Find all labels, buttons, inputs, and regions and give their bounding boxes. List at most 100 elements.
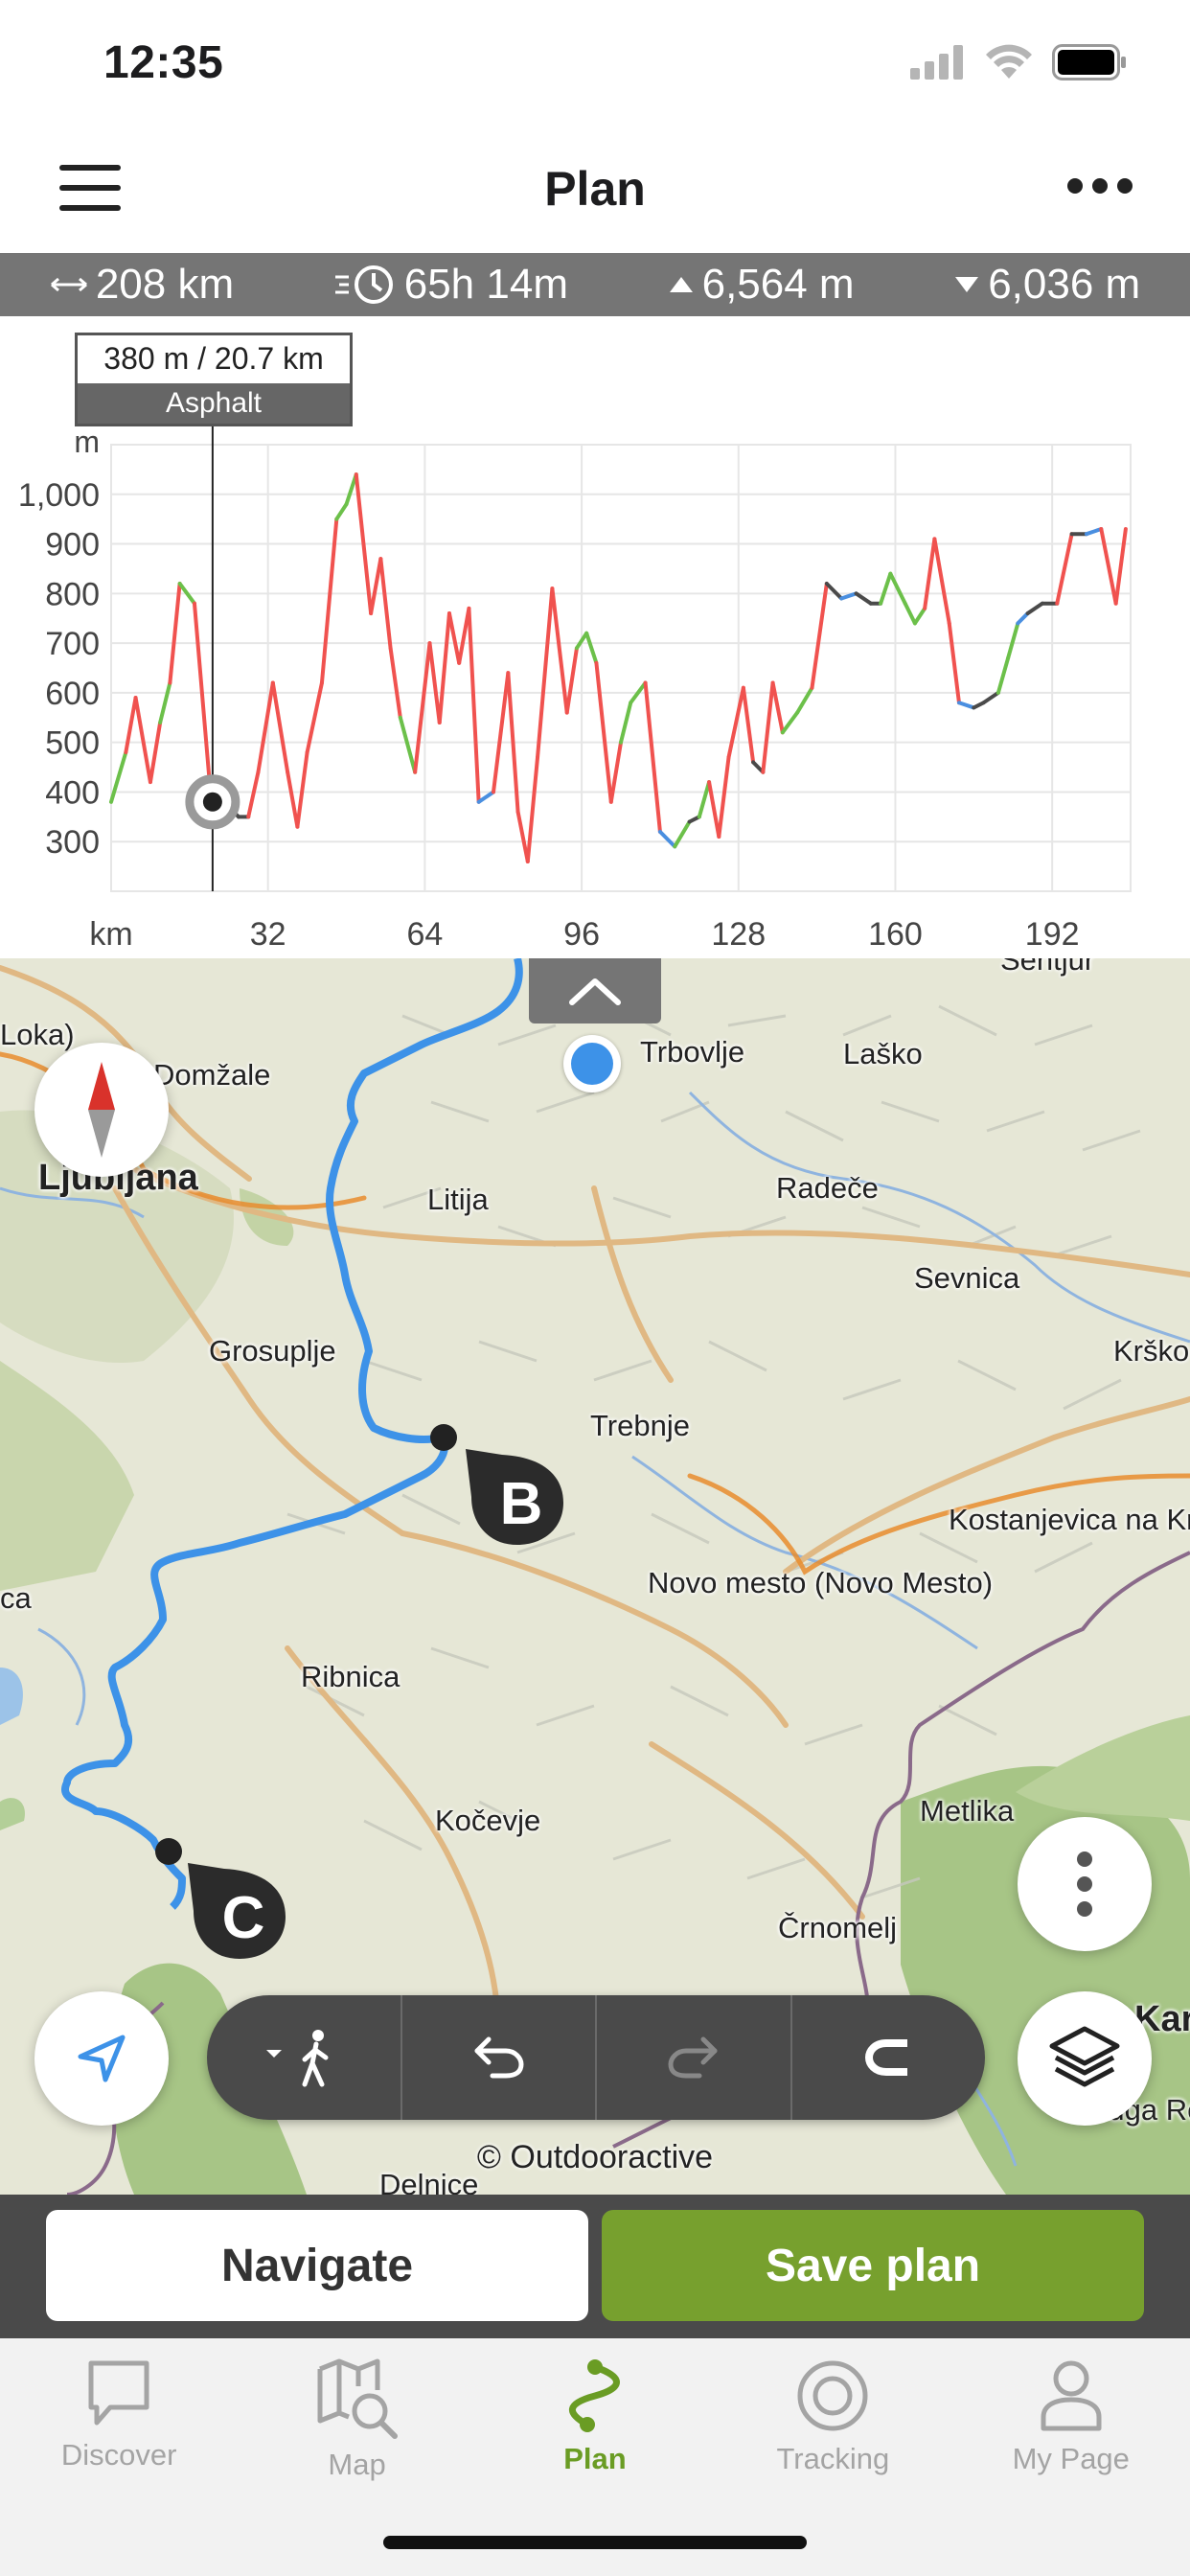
elevation-segment: [707, 780, 721, 840]
user-icon: [1041, 2360, 1102, 2431]
stat-distance: 208 km: [50, 261, 234, 309]
profile-tooltip: 380 m / 20.7 km Asphalt: [75, 333, 353, 426]
elevation-segment: [536, 586, 555, 760]
y-tick-label: 700: [45, 626, 100, 662]
waypoint-marker-c[interactable]: C: [186, 1861, 289, 1961]
elevation-segment: [741, 685, 756, 765]
map-label-crnomelj: Črnomelj: [778, 1911, 898, 1944]
elevation-segment: [594, 660, 613, 804]
map-label-krsko: Krško: [1113, 1334, 1190, 1368]
elevation-segment: [476, 790, 495, 804]
elevation-segment: [467, 606, 481, 804]
elevation-segment: [427, 641, 442, 724]
map-label-kostanjevica: Kostanjevica na Krk: [949, 1503, 1190, 1536]
elevation-segment: [608, 740, 623, 804]
elevation-profile[interactable]: 1,000 900 800 700 600 500 400 300 m 32 64 96 128 160 1…: [0, 316, 1190, 958]
redo-button[interactable]: [597, 1995, 792, 2120]
map-label-senjur: Šentjur: [1000, 958, 1095, 977]
map-label-grosuplje: Grosuplje: [209, 1334, 336, 1368]
route-edit-toolbar: [207, 1995, 985, 2120]
tab-plan-label: Plan: [563, 2442, 627, 2475]
map-label-novo-mesto: Novo mesto (Novo Mesto): [648, 1566, 994, 1599]
elevation-segment: [780, 710, 800, 735]
elevation-segment: [446, 611, 462, 665]
y-tick-label: 300: [45, 824, 100, 861]
x-tick-label: 128: [711, 916, 766, 953]
elevation-segment: [770, 680, 785, 735]
elevation-segment: [1016, 611, 1030, 626]
map-search-icon: [317, 2358, 398, 2439]
elevation-segment: [437, 611, 451, 724]
locate-me-button[interactable]: [34, 1991, 169, 2126]
navigate-button[interactable]: Navigate: [46, 2210, 588, 2321]
save-plan-button[interactable]: Save plan: [602, 2210, 1144, 2321]
stat-duration: 65h 14m: [333, 261, 568, 309]
elevation-segment: [912, 606, 927, 626]
elevation-segment: [286, 770, 300, 829]
map-label-ribnica: Ribnica: [301, 1660, 400, 1693]
user-location-dot: [563, 1035, 621, 1092]
elevation-segment: [133, 696, 152, 785]
snap-to-path-button[interactable]: [792, 1995, 986, 2120]
elevation-segment: [398, 715, 418, 774]
layers-icon: [1049, 2026, 1120, 2087]
elevation-segment: [888, 571, 907, 606]
stat-ascent-value: 6,564 m: [701, 261, 855, 308]
elevation-segment: [795, 685, 814, 715]
x-axis-unit: km: [89, 916, 132, 953]
map-label-litija: Litija: [427, 1183, 489, 1216]
map-label-radece: Radeče: [776, 1171, 879, 1205]
map-copyright[interactable]: © Outdooractive: [0, 2139, 1190, 2176]
waypoint-c-label: C: [221, 1885, 265, 1951]
y-tick-label: 600: [45, 676, 100, 712]
elevation-segment: [619, 701, 633, 745]
map-more-button[interactable]: [1018, 1817, 1152, 1951]
compass-button[interactable]: [34, 1043, 169, 1177]
collapse-profile-tab[interactable]: [529, 958, 661, 1024]
elevation-segment: [413, 641, 432, 774]
tab-my-page-label: My Page: [1012, 2442, 1130, 2475]
location-arrow-icon: [78, 2035, 126, 2082]
undo-button[interactable]: [402, 1995, 597, 2120]
magnet-icon: [865, 2039, 908, 2076]
activity-type-button[interactable]: [207, 1995, 402, 2120]
nav-bar: Plan: [0, 125, 1190, 253]
elevation-segment: [515, 810, 530, 863]
elevation-segment: [168, 581, 182, 685]
tooltip-surface: Asphalt: [78, 383, 350, 424]
route-stats-bar: 208 km 65h 14m 6,564 m 6,036 m: [0, 253, 1190, 316]
map-label-sevnica: Sevnica: [914, 1261, 1020, 1295]
elevation-segment: [492, 671, 511, 794]
map-label-kocevje: Kočevje: [435, 1804, 541, 1837]
route-plan-icon: [568, 2359, 620, 2432]
tab-discover[interactable]: Discover: [0, 2338, 238, 2576]
y-tick-label: 800: [45, 576, 100, 612]
map-view[interactable]: Loka) Domžale Trbovlje Laško Šentjur Lju…: [0, 958, 1190, 2195]
tab-map-label: Map: [328, 2448, 386, 2481]
elevation-segment: [550, 586, 569, 715]
battery-icon: [1052, 44, 1126, 80]
home-indicator: [383, 2536, 807, 2549]
stat-descent-value: 6,036 m: [988, 261, 1141, 308]
elevation-segment: [657, 829, 677, 849]
stat-duration-value: 65h 14m: [403, 261, 568, 308]
tab-my-page[interactable]: My Page: [952, 2338, 1190, 2576]
map-label-loka: Loka): [0, 1018, 75, 1051]
elevation-segment: [697, 780, 712, 819]
waypoint-marker-b[interactable]: B: [464, 1447, 567, 1547]
more-options-icon[interactable]: [1067, 178, 1133, 194]
map-layers-button[interactable]: [1018, 1991, 1152, 2126]
elevation-segment: [584, 631, 599, 665]
elevation-segment: [246, 770, 261, 819]
elevation-segment: [673, 819, 692, 849]
elevation-segment: [981, 690, 1000, 705]
status-icons: [910, 44, 1129, 80]
elevation-segment: [369, 557, 383, 616]
elevation-segment: [1099, 527, 1118, 606]
elevation-segment: [270, 680, 290, 774]
status-bar: 12:35: [0, 0, 1190, 125]
map-label-metlika: Metlika: [920, 1794, 1015, 1828]
y-axis-unit: m: [74, 425, 100, 459]
elevation-segment: [192, 601, 212, 779]
elevation-segment: [158, 680, 172, 724]
